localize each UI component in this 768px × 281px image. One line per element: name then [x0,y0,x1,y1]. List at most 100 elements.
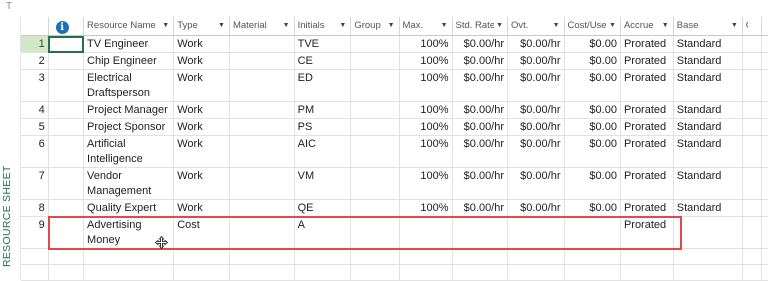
cell-std[interactable]: $0.00/hr [452,36,508,53]
cell-type[interactable]: Work [174,102,230,119]
empty-cell[interactable] [620,265,673,281]
cell-accrue[interactable]: Prorated [620,119,673,136]
cell-accrue[interactable]: Prorated [620,200,673,217]
filter-dropdown-icon[interactable]: ▼ [731,22,738,29]
cell-std[interactable]: $0.00/hr [452,136,508,168]
indicator-cell[interactable] [48,70,83,102]
cell-type[interactable]: Work [174,53,230,70]
column-header-ovt[interactable]: Ovt.▼ [508,17,564,36]
cell-ovt[interactable]: $0.00/hr [508,36,564,53]
empty-cell[interactable] [564,249,620,265]
cell-material[interactable] [229,136,294,168]
column-header-material[interactable]: Material▼ [229,17,294,36]
row-number[interactable]: 5 [21,119,48,136]
cell-initials[interactable]: A [294,217,351,249]
cell-type[interactable]: Work [174,36,230,53]
cell-std[interactable]: $0.00/hr [452,70,508,102]
indicator-cell[interactable] [48,102,83,119]
cell-max[interactable]: 100% [399,136,452,168]
empty-cell[interactable] [452,249,508,265]
filter-dropdown-icon[interactable]: ▼ [162,22,169,29]
row-number[interactable]: 3 [21,70,48,102]
cell-group[interactable] [351,102,399,119]
table-row[interactable]: 8Quality ExpertWorkQE100%$0.00/hr$0.00/h… [21,200,768,217]
empty-cell[interactable] [762,265,768,281]
cell-cost[interactable]: $0.00 [564,36,620,53]
cell-ovt[interactable]: $0.00/hr [508,200,564,217]
cell-std[interactable]: $0.00/hr [452,53,508,70]
column-header-group[interactable]: Group▼ [351,17,399,36]
cell-cost[interactable]: $0.00 [564,70,620,102]
cell-material[interactable] [229,53,294,70]
cell-max[interactable]: 100% [399,70,452,102]
cell-initials[interactable]: ED [294,70,351,102]
empty-cell[interactable] [673,265,742,281]
cell-max[interactable]: 100% [399,168,452,200]
table-row[interactable]: 9Advertising MoneyCostAProrated [21,217,768,249]
empty-cell[interactable] [742,265,761,281]
cell-code[interactable] [742,70,761,102]
table-row[interactable]: 1TV EngineerWorkTVE100%$0.00/hr$0.00/hr$… [21,36,768,53]
empty-cell[interactable] [48,249,83,265]
cell-cost[interactable]: $0.00 [564,200,620,217]
cell-accrue[interactable]: Prorated [620,168,673,200]
empty-cell[interactable] [48,265,83,281]
cell-accrue[interactable]: Prorated [620,70,673,102]
cell-base[interactable]: Standard [673,168,742,200]
column-header-name[interactable]: Resource Name▼ [84,17,174,36]
cell-accrue[interactable]: Prorated [620,53,673,70]
cell-name[interactable]: Chip Engineer [84,53,174,70]
cell-ovt[interactable] [508,217,564,249]
table-row[interactable]: 7Vendor ManagementWorkVM100%$0.00/hr$0.0… [21,168,768,200]
cell-base[interactable] [673,217,742,249]
cell-max[interactable]: 100% [399,53,452,70]
column-header-indicators[interactable]: i [48,17,83,36]
cell-ovt[interactable]: $0.00/hr [508,136,564,168]
cell-type[interactable]: Work [174,200,230,217]
empty-cell[interactable] [564,265,620,281]
cell-name[interactable]: Vendor Management [84,168,174,200]
cell-std[interactable]: $0.00/hr [452,102,508,119]
indicator-cell[interactable] [48,136,83,168]
cell-std[interactable]: $0.00/hr [452,168,508,200]
empty-cell[interactable] [399,249,452,265]
cell-initials[interactable]: CE [294,53,351,70]
cell-base[interactable]: Standard [673,200,742,217]
column-header-max[interactable]: Max.▼ [399,17,452,36]
cell-group[interactable] [351,200,399,217]
cell-group[interactable] [351,217,399,249]
empty-cell[interactable] [84,265,174,281]
cell-initials[interactable]: TVE [294,36,351,53]
column-header-initials[interactable]: Initials▼ [294,17,351,36]
column-header-std[interactable]: Std. Rate▼ [452,17,508,36]
table-row[interactable]: 2Chip EngineerWorkCE100%$0.00/hr$0.00/hr… [21,53,768,70]
column-header-accrue[interactable]: Accrue▼ [620,17,673,36]
cell-group[interactable] [351,53,399,70]
cell-group[interactable] [351,119,399,136]
row-number[interactable]: 8 [21,200,48,217]
cell-accrue[interactable]: Prorated [620,102,673,119]
cell-type[interactable]: Work [174,70,230,102]
column-header-code[interactable]: Co [742,17,761,36]
indicator-cell[interactable] [48,119,83,136]
table-row[interactable]: 5Project SponsorWorkPS100%$0.00/hr$0.00/… [21,119,768,136]
filter-dropdown-icon[interactable]: ▼ [388,22,395,29]
cell-accrue[interactable]: Prorated [620,217,673,249]
cell-type[interactable]: Work [174,136,230,168]
cell-cost[interactable]: $0.00 [564,53,620,70]
cell-type[interactable]: Work [174,168,230,200]
cell-code[interactable] [742,136,761,168]
row-number[interactable]: 2 [21,53,48,70]
empty-cell[interactable] [174,265,230,281]
cell-ovt[interactable]: $0.00/hr [508,53,564,70]
filter-dropdown-icon[interactable]: ▼ [609,22,616,29]
filter-dropdown-icon[interactable]: ▼ [553,22,560,29]
table-row[interactable]: 6Artificial IntelligenceWorkAIC100%$0.00… [21,136,768,168]
cell-name[interactable]: Electrical Draftsperson [84,70,174,102]
cell-material[interactable] [229,168,294,200]
row-number[interactable]: 4 [21,102,48,119]
cell-name[interactable]: TV Engineer [84,36,174,53]
cell-type[interactable]: Work [174,119,230,136]
cell-max[interactable] [399,217,452,249]
cell-max[interactable]: 100% [399,200,452,217]
